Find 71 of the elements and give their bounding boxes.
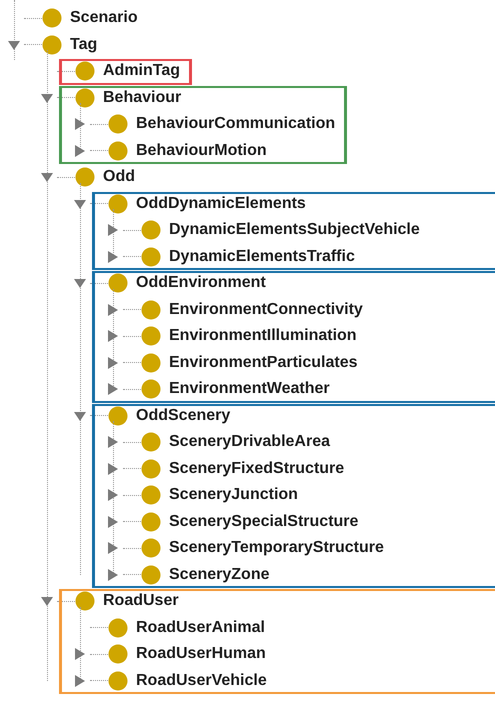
circle-icon bbox=[108, 406, 128, 426]
node-label[interactable]: BehaviourMotion bbox=[136, 142, 267, 159]
node-label[interactable]: EnvironmentParticulates bbox=[169, 354, 358, 371]
circle-icon bbox=[141, 220, 161, 240]
node-label[interactable]: RoadUser bbox=[103, 593, 179, 610]
expander-triangle[interactable] bbox=[73, 144, 87, 158]
node-label[interactable]: BehaviourCommunication bbox=[136, 116, 336, 132]
expander-triangle[interactable] bbox=[40, 594, 54, 608]
node-label[interactable]: SceneryJunction bbox=[169, 487, 298, 504]
node-label[interactable]: Behaviour bbox=[103, 90, 182, 106]
expander-triangle[interactable] bbox=[40, 170, 54, 184]
node-label[interactable]: ScenerySpecialStructure bbox=[169, 514, 358, 530]
circle-icon bbox=[75, 88, 95, 108]
circle-icon bbox=[141, 300, 161, 320]
expander-triangle[interactable] bbox=[106, 302, 120, 317]
circle-icon bbox=[108, 140, 128, 161]
circle-icon bbox=[141, 326, 161, 346]
node-label[interactable]: SceneryDrivableArea bbox=[169, 434, 330, 450]
node-label[interactable]: SceneryTemporaryStructure bbox=[169, 540, 384, 556]
circle-icon bbox=[108, 670, 128, 691]
expander-triangle[interactable] bbox=[106, 462, 120, 476]
circle-icon bbox=[141, 564, 161, 585]
circle-icon bbox=[141, 485, 161, 506]
circle-icon bbox=[75, 61, 95, 82]
expander-triangle[interactable] bbox=[106, 382, 120, 396]
expander-triangle[interactable] bbox=[106, 514, 120, 529]
expander-triangle[interactable] bbox=[106, 435, 120, 450]
node-label[interactable]: AdminTag bbox=[103, 63, 180, 80]
circle-icon bbox=[141, 352, 161, 373]
expander-triangle[interactable] bbox=[106, 541, 120, 556]
circle-icon bbox=[75, 591, 95, 612]
circle-icon bbox=[108, 194, 128, 214]
expander-triangle[interactable] bbox=[73, 276, 87, 290]
expander-triangle[interactable] bbox=[73, 647, 87, 662]
circle-icon bbox=[141, 538, 161, 558]
node-label[interactable]: DynamicElementsSubjectVehicle bbox=[169, 222, 420, 238]
circle-icon bbox=[141, 379, 161, 400]
expander-triangle[interactable] bbox=[106, 250, 120, 264]
expander-triangle[interactable] bbox=[73, 117, 87, 132]
circle-icon bbox=[108, 273, 128, 294]
circle-icon bbox=[141, 246, 161, 267]
node-label[interactable]: SceneryFixedStructure bbox=[169, 460, 344, 477]
expander-triangle[interactable] bbox=[106, 488, 120, 502]
circle-icon bbox=[42, 34, 62, 55]
node-label[interactable]: Tag bbox=[70, 36, 98, 53]
node-label[interactable]: EnvironmentWeather bbox=[169, 381, 330, 398]
circle-icon bbox=[141, 458, 161, 479]
node-label[interactable]: DynamicElementsTraffic bbox=[169, 248, 355, 265]
expander-triangle[interactable] bbox=[106, 223, 120, 238]
expander-triangle[interactable] bbox=[73, 674, 87, 688]
node-label[interactable]: RoadUserAnimal bbox=[136, 620, 265, 636]
expander-triangle[interactable] bbox=[106, 329, 120, 344]
node-label[interactable]: RoadUserVehicle bbox=[136, 672, 267, 689]
node-label[interactable]: EnvironmentIllumination bbox=[169, 328, 357, 344]
node-label[interactable]: OddScenery bbox=[136, 408, 230, 424]
node-label[interactable]: Scenario bbox=[70, 10, 138, 26]
expander-triangle[interactable] bbox=[106, 568, 120, 582]
node-label[interactable]: OddEnvironment bbox=[136, 275, 266, 292]
node-label[interactable]: Odd bbox=[103, 169, 135, 186]
circle-icon bbox=[108, 618, 128, 638]
node-label[interactable]: EnvironmentConnectivity bbox=[169, 302, 363, 318]
circle-icon bbox=[141, 512, 161, 532]
node-label[interactable]: RoadUserHuman bbox=[136, 646, 266, 662]
circle-icon bbox=[42, 8, 62, 28]
node-label[interactable]: SceneryZone bbox=[169, 566, 270, 583]
circle-icon bbox=[108, 114, 128, 134]
node-label[interactable]: OddDynamicElements bbox=[136, 196, 306, 212]
circle-icon bbox=[75, 167, 95, 188]
circle-icon bbox=[108, 644, 128, 664]
circle-icon bbox=[141, 432, 161, 452]
expander-triangle[interactable] bbox=[106, 356, 120, 370]
